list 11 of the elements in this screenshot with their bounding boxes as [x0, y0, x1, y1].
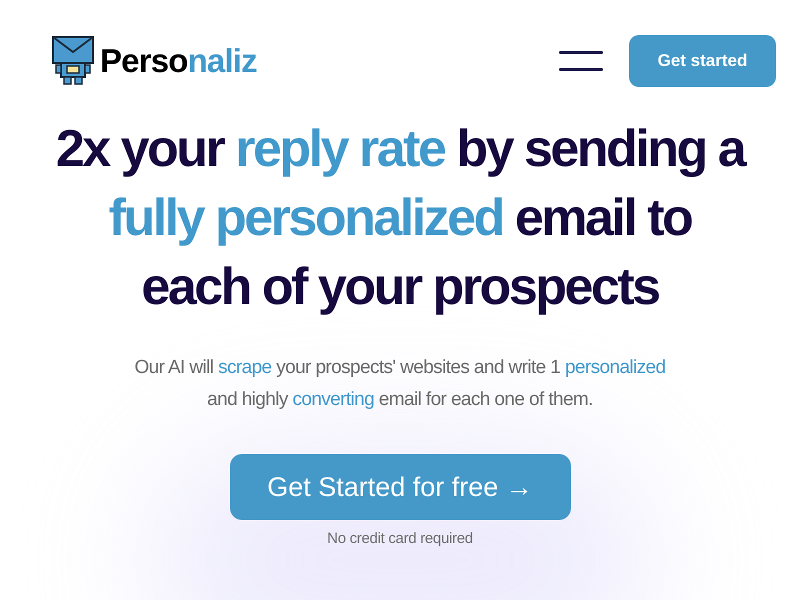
logo-wordmark: Personaliz: [100, 41, 257, 82]
get-started-free-button[interactable]: Get Started for free →: [230, 454, 570, 520]
no-credit-card-note: No credit card required: [327, 529, 473, 549]
menu-icon[interactable]: [559, 51, 603, 71]
subtitle-text: Our AI will scrape your prospects' websites and write 1 personalized: [134, 356, 666, 380]
robot-envelope-logo-icon: [52, 36, 94, 86]
headline-text: 2x your reply rate by sending a: [56, 119, 744, 180]
headline-text: fully personalized email to: [108, 188, 692, 249]
headline-text: each of your prospects: [141, 257, 659, 318]
subtitle-text: and highly converting email for each one of them.: [207, 388, 593, 412]
get-started-button[interactable]: Get started: [629, 35, 776, 87]
